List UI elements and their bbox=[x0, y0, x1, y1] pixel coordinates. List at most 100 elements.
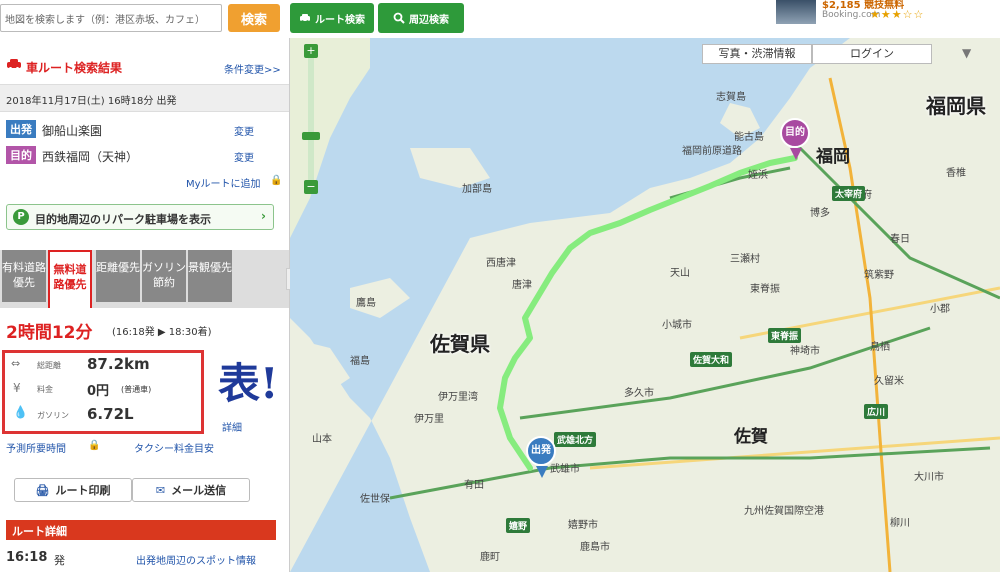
road-badge-higashi-sefuri: 東脊振 bbox=[768, 328, 802, 343]
map-label-ogi: 小城市 bbox=[662, 320, 692, 331]
duration-row: 2時間12分 (16:18発 ▶ 18:30着) bbox=[0, 316, 289, 343]
map-label-kabeshima: 加部島 bbox=[462, 184, 492, 195]
origin-tag: 出発 bbox=[6, 120, 36, 138]
tab-fuel-saving[interactable]: ガソリン節約 bbox=[142, 250, 186, 302]
car-icon bbox=[6, 58, 22, 70]
step-time: 16:18 bbox=[6, 550, 48, 565]
tab-free-road-priority[interactable]: 無料道路優先 bbox=[48, 250, 92, 308]
printer-icon: 🖨 bbox=[35, 483, 50, 497]
map-label-fukuoka-pref: 福岡県 bbox=[926, 94, 986, 118]
toll-label: 料金 bbox=[37, 385, 53, 394]
result-header: 車ルート検索結果 条件変更>> bbox=[0, 54, 289, 78]
map-label-kasuga: 春日 bbox=[890, 234, 910, 245]
parking-banner[interactable]: P 目的地周辺のリパーク駐車場を表示 › bbox=[6, 204, 274, 230]
map-label-nokonoshima: 能古島 bbox=[734, 132, 764, 143]
zoom-in-button[interactable]: + bbox=[304, 44, 318, 58]
departure-spots-link[interactable]: 出発地周辺のスポット情報 bbox=[136, 552, 256, 567]
toll-note: (普通車) bbox=[121, 385, 152, 394]
map-label-meinohama: 姪浜 bbox=[748, 170, 768, 181]
route-search-button[interactable]: ルート検索 bbox=[290, 3, 374, 33]
toll-value: 0円 bbox=[87, 384, 110, 399]
map-label-ureshino: 嬉野市 bbox=[568, 520, 598, 531]
map-label-yanagawa: 柳川 bbox=[890, 518, 910, 529]
map-label-kitakata: 東脊振 bbox=[750, 284, 780, 295]
map-label-mitsuse: 三瀬村 bbox=[730, 254, 760, 265]
map-label-yamamoto: 山本 bbox=[312, 434, 332, 445]
road-badge-saga-yamato: 佐賀大和 bbox=[690, 352, 733, 367]
map-label-saga-airport: 九州佐賀国際空港 bbox=[744, 506, 824, 517]
map-label-kanata: 鹿町 bbox=[480, 552, 500, 563]
origin-name: 御船山楽園 bbox=[42, 124, 103, 138]
zoom-out-button[interactable]: − bbox=[304, 180, 318, 194]
map-label-chikushino: 筑紫野 bbox=[864, 270, 894, 281]
print-route-label: ルート印刷 bbox=[55, 484, 111, 497]
nearby-search-button[interactable]: 周辺検索 bbox=[378, 3, 464, 33]
map-base bbox=[290, 38, 1000, 572]
duration: 2時間12分 bbox=[6, 323, 93, 343]
map-label-fukushima: 福島 bbox=[350, 356, 370, 367]
tab-scenic-priority[interactable]: 景観優先 bbox=[188, 250, 232, 302]
origin-marker-pin bbox=[536, 466, 548, 478]
destination-change-link[interactable]: 変更 bbox=[234, 149, 254, 164]
nearby-search-label: 周辺検索 bbox=[409, 14, 449, 26]
tab-distance-priority[interactable]: 距離優先 bbox=[96, 250, 140, 302]
detail-link[interactable]: 詳細 bbox=[222, 419, 242, 434]
destination-marker[interactable]: 目的 bbox=[780, 118, 810, 148]
destination-marker-pin bbox=[790, 148, 802, 160]
departure-datetime: 2018年11月17日(土) 16時18分 出発 bbox=[6, 96, 177, 107]
map-label-imari-bay: 伊万里湾 bbox=[438, 392, 478, 403]
search-input[interactable]: 地図を検索します（例：港区赤坂、カフェ） bbox=[0, 4, 222, 32]
parking-banner-label: 目的地周辺のリパーク駐車場を表示 bbox=[35, 213, 211, 226]
chevron-down-icon[interactable]: ▼ bbox=[962, 46, 971, 60]
search-button[interactable]: 検索 bbox=[228, 4, 280, 32]
map-view[interactable]: + − 写真・渋滞情報 ログイン ▼ 福岡県 佐賀県 福岡 佐賀 能古島 志賀島… bbox=[290, 38, 1000, 572]
car-icon bbox=[299, 13, 311, 23]
time-range: (16:18発 ▶ 18:30着) bbox=[112, 327, 212, 338]
magnifier-icon bbox=[393, 12, 405, 24]
map-label-sasebo: 佐世保 bbox=[360, 494, 390, 505]
gas-value: 6.72L bbox=[87, 405, 134, 423]
map-label-shikanoshima: 志賀島 bbox=[716, 92, 746, 103]
forecast-time-link[interactable]: 予測所要時間 bbox=[6, 440, 66, 455]
result-title: 車ルート検索結果 bbox=[26, 61, 123, 75]
route-sidebar: 車ルート検索結果 条件変更>> 2018年11月17日(土) 16時18分 出発… bbox=[0, 38, 290, 572]
chevron-right-icon: › bbox=[261, 209, 266, 223]
my-route-row: Myルートに追加 🔒 bbox=[0, 174, 289, 190]
top-bar: 地図を検索します（例：港区赤坂、カフェ） 検索 ルート検索 周辺検索 $2,18… bbox=[0, 0, 1000, 38]
map-label-tosu: 鳥栖 bbox=[870, 342, 890, 353]
photo-traffic-button[interactable]: 写真・渋滞情報 bbox=[702, 44, 812, 64]
distance-label: 総距離 bbox=[37, 361, 61, 370]
map-label-okawa: 大川市 bbox=[914, 472, 944, 483]
zoom-slider-handle[interactable] bbox=[302, 132, 320, 140]
change-conditions-link[interactable]: 条件変更>> bbox=[224, 61, 281, 76]
map-label-kashii: 香椎 bbox=[946, 168, 966, 179]
map-label-kurume: 久留米 bbox=[874, 376, 904, 387]
map-label-ogori: 小郡 bbox=[930, 304, 950, 315]
step-suffix: 発 bbox=[54, 554, 65, 567]
send-mail-button[interactable]: ✉ メール送信 bbox=[132, 478, 250, 502]
gas-label: ガソリン bbox=[37, 411, 69, 420]
route-detail-header: ルート詳細 bbox=[6, 520, 276, 540]
map-label-tenzan: 天山 bbox=[670, 268, 690, 279]
zoom-control[interactable]: + − bbox=[302, 44, 320, 194]
zoom-track[interactable] bbox=[308, 58, 314, 180]
my-route-link[interactable]: Myルートに追加 bbox=[186, 175, 261, 190]
lock-icon: 🔒 bbox=[270, 175, 283, 186]
fuel-drop-icon: 💧 bbox=[13, 405, 28, 419]
origin-row: 出発 御船山楽園 変更 bbox=[0, 120, 289, 142]
map-label-fukuoka-maebaru-road: 福岡前原道路 bbox=[682, 146, 742, 157]
hotel-thumbnail[interactable] bbox=[776, 0, 816, 24]
route-search-label: ルート検索 bbox=[315, 14, 365, 26]
map-label-kashima: 鹿島市 bbox=[580, 542, 610, 553]
taxi-fare-link[interactable]: タクシー料金目安 bbox=[134, 440, 214, 455]
origin-change-link[interactable]: 変更 bbox=[234, 123, 254, 138]
road-badge-dazaifu: 太宰府 bbox=[832, 186, 866, 201]
tab-toll-priority[interactable]: 有料道路優先 bbox=[2, 250, 46, 302]
map-label-imari: 伊万里 bbox=[414, 414, 444, 425]
origin-marker[interactable]: 出発 bbox=[526, 436, 556, 466]
login-button[interactable]: ログイン bbox=[812, 44, 932, 64]
print-route-button[interactable]: 🖨 ルート印刷 bbox=[14, 478, 132, 502]
map-label-karatsu: 唐津 bbox=[512, 280, 532, 291]
map-label-saga-pref: 佐賀県 bbox=[430, 332, 490, 356]
map-label-fukuoka: 福岡 bbox=[816, 147, 850, 167]
